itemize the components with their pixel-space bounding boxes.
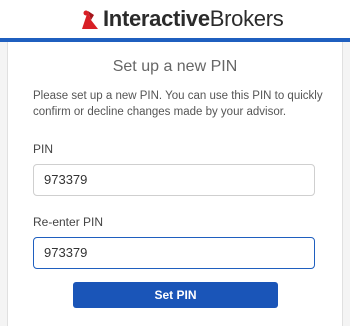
page-title: Set up a new PIN [112, 58, 238, 75]
reenter-pin-label: Re-enter PIN [33, 215, 104, 229]
pin-label: PIN [33, 142, 54, 156]
set-pin-button[interactable]: Set PIN [73, 282, 278, 308]
brand-name-bold: Interactive [103, 6, 210, 31]
pin-setup-card: Set up a new PIN Please set up a new PIN… [7, 42, 343, 326]
brand-name-light: Brokers [209, 6, 284, 31]
reenter-pin-input[interactable]: 973379 [33, 237, 315, 269]
description-text: Please set up a new PIN. You can use thi… [33, 90, 323, 118]
brand-wordmark: InteractiveBrokers [103, 5, 284, 33]
ib-logo-mark-icon [82, 10, 98, 29]
pin-input[interactable]: 973379 [33, 164, 315, 196]
brand-logo: InteractiveBrokers [80, 5, 284, 33]
header-bar: InteractiveBrokers [0, 0, 350, 38]
